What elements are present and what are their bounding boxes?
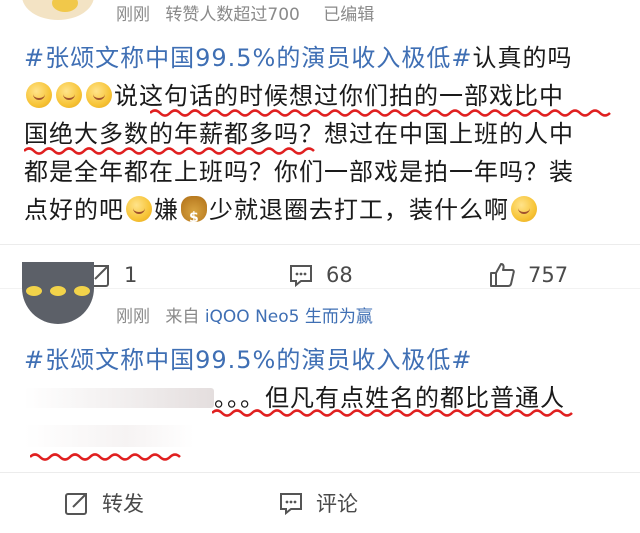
tears-emoji-icon	[126, 196, 152, 222]
footer-repost-button[interactable]: 转发	[64, 488, 144, 518]
post1-line5: 点好的吧嫌少就退圈去打工，装什么啊	[24, 191, 624, 229]
post1-edited[interactable]: 已编辑	[323, 5, 374, 25]
post2-time: 刚刚	[116, 307, 150, 327]
thinking-emoji-icon	[86, 82, 112, 108]
avatar-post1[interactable]	[22, 0, 94, 20]
avatar-post2[interactable]	[22, 262, 94, 324]
thinking-emoji-icon	[56, 82, 82, 108]
post1-hashtag[interactable]: #张颂文称中国99.5%的演员收入极低#	[24, 44, 472, 72]
like-button[interactable]: 757	[488, 262, 568, 288]
blurred-text	[24, 388, 214, 408]
post1-line4: 都是全年都在上班吗？你们一部戏是拍一年吗？装	[24, 158, 574, 186]
thinking-emoji-icon	[26, 82, 52, 108]
like-count: 757	[528, 263, 569, 287]
thumbs-up-icon	[490, 263, 515, 287]
red-underline-4	[30, 453, 181, 461]
repost-count: 1	[124, 263, 138, 287]
red-underline-3	[212, 409, 573, 417]
footer-repost-label: 转发	[102, 492, 144, 516]
red-underline-2	[24, 147, 315, 155]
post2-line3-blurred	[24, 417, 624, 455]
post2-text: #张颂文称中国99.5%的演员收入极低# 。。。但凡有点姓名的都比普通人	[24, 341, 624, 455]
footer-comment-button[interactable]: 评论	[278, 488, 358, 518]
post1-time: 刚刚	[116, 5, 150, 25]
thinking-emoji-icon	[511, 196, 537, 222]
money-bag-icon	[181, 196, 207, 222]
footer-comment-label: 评论	[316, 492, 358, 516]
post2-meta: 刚刚 来自 iQOO Neo5 生而为赢	[116, 307, 373, 327]
comment-icon	[290, 265, 312, 288]
post1-text: #张颂文称中国99.5%的演员收入极低#认真的吗 说这句话的时候想过你们拍的一部…	[24, 39, 624, 229]
post1-line1: #张颂文称中国99.5%的演员收入极低#认真的吗	[24, 44, 573, 72]
post2-source-device[interactable]: iQOO Neo5 生而为赢	[205, 307, 373, 327]
post1-reposts-note: 转赞人数超过700	[165, 5, 300, 25]
comment-count: 68	[326, 263, 353, 287]
comment-button[interactable]: 68	[288, 262, 353, 288]
post2-hashtag[interactable]: #张颂文称中国99.5%的演员收入极低#	[24, 346, 472, 374]
red-underline-1	[150, 109, 611, 117]
repost-icon	[65, 493, 87, 515]
post1-meta: 刚刚 转赞人数超过700 已编辑	[116, 0, 374, 25]
post2-line1: #张颂文称中国99.5%的演员收入极低#	[24, 341, 624, 379]
comment-icon	[280, 493, 302, 516]
